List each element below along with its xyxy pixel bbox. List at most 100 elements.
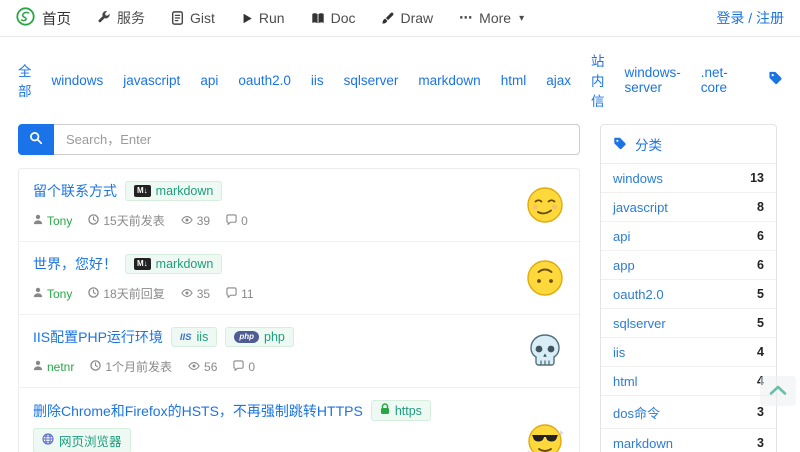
post-comments: 11	[226, 287, 253, 301]
nav-item-services[interactable]: 服务	[97, 8, 145, 28]
category-row: windows 13	[601, 164, 776, 193]
tag-badge-iis[interactable]: IIS iis	[171, 327, 217, 347]
sidebar-title: 分类	[635, 134, 662, 154]
chevron-down-icon: ▾	[519, 13, 524, 24]
category-row: sqlserver5	[601, 309, 776, 338]
tag-filter[interactable]: ajax	[546, 73, 571, 88]
category-link[interactable]: dos命令	[613, 403, 660, 422]
tag-filter-all[interactable]: 全部	[18, 60, 32, 100]
lock-icon	[380, 403, 390, 418]
nav-item-label: More	[479, 10, 511, 26]
post-author[interactable]: netnr	[33, 360, 74, 374]
post-time: 15天前发表	[88, 212, 164, 229]
post-meta: netnr 1个月前发表 56 0	[33, 358, 513, 375]
post-views: 35	[181, 287, 210, 301]
brush-icon	[381, 12, 394, 25]
login-register-link[interactable]: 登录 / 注册	[716, 8, 784, 28]
category-link[interactable]: api	[613, 229, 630, 244]
search-input[interactable]	[54, 124, 580, 155]
comment-icon	[226, 214, 237, 228]
post-meta: Tony 15天前发表 39 0	[33, 212, 513, 229]
wrench-icon	[97, 11, 111, 25]
category-link[interactable]: javascript	[613, 200, 668, 215]
badge-label: markdown	[156, 184, 214, 198]
iis-icon: IIS	[180, 332, 192, 343]
category-count: 4	[757, 345, 764, 359]
content-area: 留个联系方式 M↓ markdown Tony 15天前发表 39 0	[0, 120, 800, 452]
tag-filter[interactable]: javascript	[123, 73, 180, 88]
post-title-link[interactable]: 留个联系方式	[33, 181, 117, 201]
category-link[interactable]: oauth2.0	[613, 287, 664, 302]
navbar: 首页 服务 Gist Run Doc Draw ⋯ More ▾ 登录 / 注册	[0, 0, 800, 37]
category-link[interactable]: html	[613, 374, 638, 389]
tag-filter[interactable]: html	[501, 73, 527, 88]
post-title-link[interactable]: 世界，您好！	[33, 254, 117, 274]
tag-filter[interactable]: markdown	[418, 73, 480, 88]
post-author[interactable]: Tony	[33, 287, 72, 301]
category-count: 13	[750, 171, 764, 185]
post-title-link[interactable]: 删除Chrome和Firefox的HSTS，不再强制跳转HTTPS	[33, 401, 363, 421]
post-time: 18天前回复	[88, 285, 164, 302]
post-body: 删除Chrome和Firefox的HSTS，不再强制跳转HTTPS https …	[33, 400, 513, 452]
tag-filter[interactable]: api	[200, 73, 218, 88]
badge-label: php	[264, 330, 285, 344]
tag-filter[interactable]: windows-server	[624, 65, 680, 95]
nav-item-doc[interactable]: Doc	[311, 10, 356, 26]
eye-icon	[181, 287, 193, 301]
category-sidebar: 分类 windows13 javascript8 api6 app6 oauth…	[600, 124, 777, 452]
post-time: 1个月前发表	[90, 358, 172, 375]
main-column: 留个联系方式 M↓ markdown Tony 15天前发表 39 0	[18, 124, 580, 452]
post-views: 39	[181, 214, 210, 228]
category-link[interactable]: app	[613, 258, 635, 273]
nav-item-run[interactable]: Run	[241, 10, 285, 26]
tag-badge-markdown[interactable]: M↓ markdown	[125, 181, 222, 201]
category-count: 5	[757, 287, 764, 301]
home-link[interactable]: 首页	[16, 7, 71, 30]
eye-icon	[188, 360, 200, 374]
upside-down-emoji-avatar	[525, 259, 565, 297]
category-row: api6	[601, 222, 776, 251]
search-icon	[29, 131, 43, 148]
smirk-emoji-avatar	[525, 186, 565, 224]
post-body: 世界，您好！ M↓ markdown Tony 18天前回复 35 11	[33, 254, 513, 302]
tag-filter[interactable]: oauth2.0	[238, 73, 291, 88]
category-row: oauth2.0 5	[601, 280, 776, 309]
category-link[interactable]: windows	[613, 171, 663, 186]
tag-badge-https[interactable]: https	[371, 400, 431, 421]
tag-badge-markdown[interactable]: M↓ markdown	[125, 254, 222, 274]
tags-icon[interactable]	[768, 70, 783, 90]
tag-filter[interactable]: .net-core	[701, 65, 728, 95]
eye-icon	[181, 214, 193, 228]
tag-badge-php[interactable]: php php	[225, 327, 294, 347]
post-author[interactable]: Tony	[33, 214, 72, 228]
category-link[interactable]: markdown	[613, 436, 673, 451]
post-meta: Tony 18天前回复 35 11	[33, 285, 513, 302]
post-body: IIS配置PHP运行环境 IIS iis php php netnr 1个月前发…	[33, 327, 513, 375]
clock-icon	[88, 214, 99, 228]
nav-item-label: Gist	[190, 10, 215, 26]
category-link[interactable]: iis	[613, 345, 625, 360]
category-count: 3	[757, 405, 764, 419]
tag-filter[interactable]: windows	[52, 73, 104, 88]
post-views: 56	[188, 360, 217, 374]
category-link[interactable]: sqlserver	[613, 316, 666, 331]
tag-filter[interactable]: iis	[311, 73, 324, 88]
tag-badge-browser[interactable]: 网页浏览器	[33, 428, 131, 452]
tag-filter[interactable]: sqlserver	[344, 73, 399, 88]
nav-item-draw[interactable]: Draw	[381, 10, 433, 26]
search-button[interactable]	[18, 124, 54, 155]
nav-item-more[interactable]: ⋯ More ▾	[459, 10, 524, 26]
category-row: iis 4	[601, 338, 776, 367]
tag-filter[interactable]: 站内信	[591, 50, 605, 110]
badge-label: iis	[197, 330, 209, 344]
chevron-up-icon	[769, 382, 787, 400]
post-title-link[interactable]: IIS配置PHP运行环境	[33, 327, 163, 347]
post-comments: 0	[233, 360, 255, 374]
person-icon	[33, 214, 43, 228]
nav-item-gist[interactable]: Gist	[171, 10, 215, 26]
post-row: 留个联系方式 M↓ markdown Tony 15天前发表 39 0	[19, 169, 579, 242]
nav-item-label: Doc	[331, 10, 356, 26]
back-to-top-button[interactable]	[760, 376, 796, 406]
badge-label: markdown	[156, 257, 214, 271]
home-label: 首页	[42, 8, 71, 29]
